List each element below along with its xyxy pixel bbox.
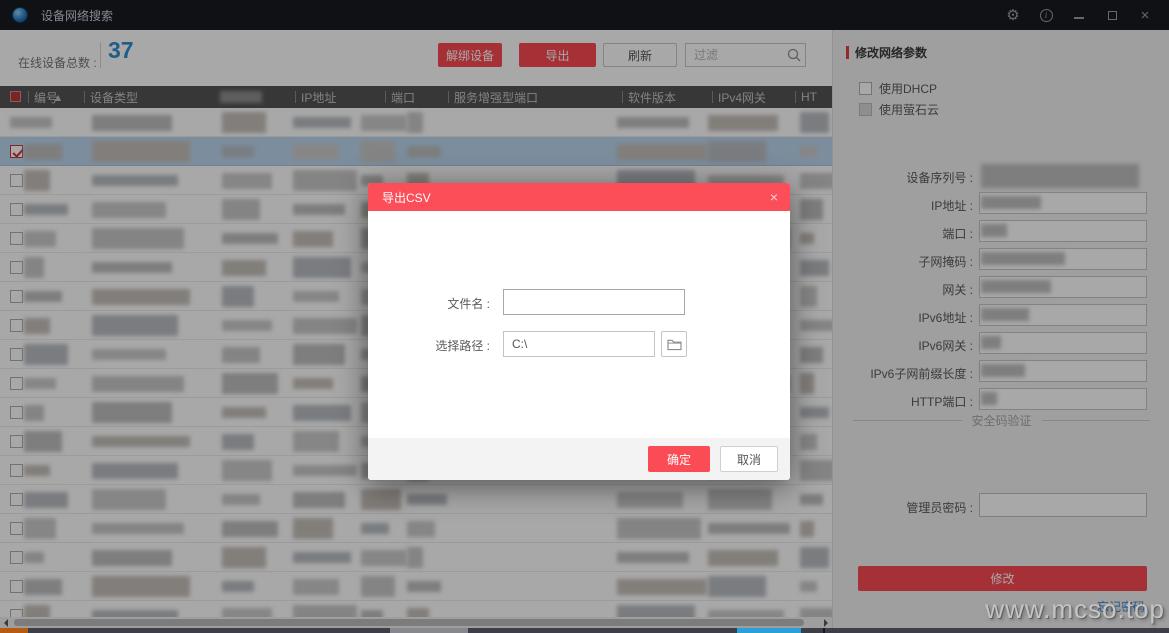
cancel-button[interactable]: 取消: [720, 446, 778, 472]
taskbar-edge: [0, 628, 1169, 633]
dialog-footer: 确定 取消: [368, 438, 790, 480]
ok-button[interactable]: 确定: [648, 446, 710, 472]
taskbar-blue-segment: [737, 628, 801, 633]
dialog-close-icon[interactable]: ×: [770, 189, 778, 205]
filename-row: 文件名 :: [368, 289, 790, 315]
filename-input[interactable]: [503, 289, 685, 315]
dialog-title: 导出CSV: [382, 190, 431, 205]
path-row: 选择路径 :: [368, 331, 790, 357]
taskbar-notch: [823, 628, 825, 633]
export-csv-dialog: 导出CSV × 文件名 : 选择路径 : 确定 取消: [368, 183, 790, 480]
path-input[interactable]: [503, 331, 655, 357]
dialog-titlebar: 导出CSV ×: [368, 183, 790, 211]
filename-label: 文件名 :: [447, 297, 490, 311]
watermark-text: www.mcso.top: [985, 594, 1165, 624]
taskbar-orange-segment: [0, 628, 28, 633]
taskbar-light-segment: [390, 628, 468, 633]
path-label: 选择路径 :: [435, 339, 490, 353]
folder-icon: [666, 339, 682, 350]
browse-folder-button[interactable]: [661, 331, 687, 357]
